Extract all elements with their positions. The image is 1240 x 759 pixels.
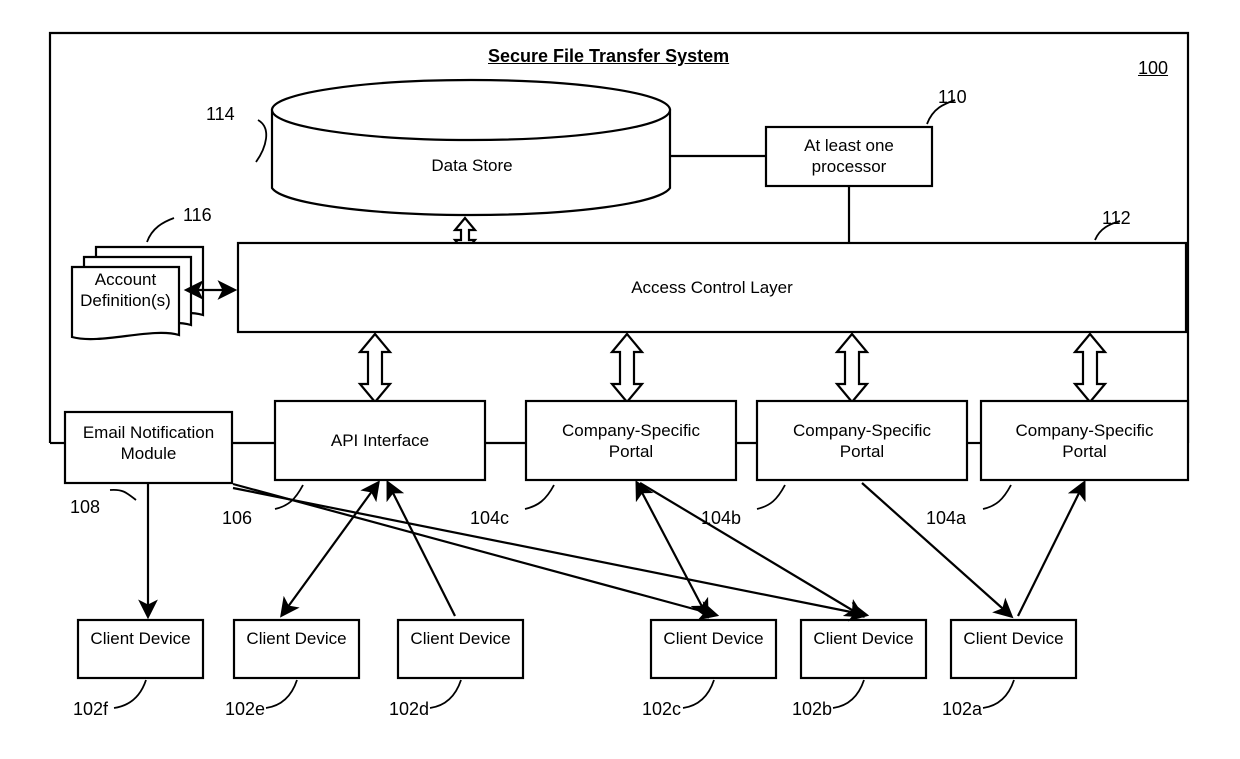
leader-102e (265, 679, 298, 709)
processor-box (764, 125, 934, 188)
client-c-box (649, 618, 778, 680)
api-interface-box (273, 399, 487, 482)
ref-104b: 104b (701, 508, 742, 528)
ref-106: 106 (222, 508, 253, 528)
ref-110: 110 (938, 87, 967, 107)
leader-102a (982, 679, 1015, 709)
account-definitions-shape (70, 245, 205, 341)
ref-102a: 102a (942, 699, 983, 719)
leader-102b (832, 679, 865, 709)
client-d-box (396, 618, 525, 680)
portal-b-box (755, 399, 969, 482)
connector-client-d-api (386, 480, 456, 617)
ref-108: 108 (70, 497, 101, 517)
arrow-acl-portal-a (1072, 332, 1108, 404)
access-control-layer-box (236, 241, 1188, 334)
client-e-box (232, 618, 361, 680)
data-store-shape (270, 78, 672, 217)
leader-114 (255, 119, 268, 163)
connector-portal-c-client-b (639, 482, 865, 618)
portal-a-box (979, 399, 1190, 482)
leader-104b (756, 484, 786, 510)
figure-number: 100 (1138, 58, 1169, 78)
page-title: Secure File Transfer System (488, 46, 730, 66)
leader-116 (146, 217, 175, 243)
acl-module-arrows (357, 332, 1108, 404)
patent-figure-canvas: Secure File Transfer System 100 Data Sto… (0, 0, 1240, 759)
client-f-box (76, 618, 205, 680)
ref-102f: 102f (73, 699, 109, 719)
ref-104a: 104a (926, 508, 967, 528)
client-a-box (949, 618, 1078, 680)
ref-102e: 102e (225, 699, 266, 719)
arrow-acl-api (357, 332, 393, 404)
leader-104a (982, 484, 1012, 510)
leader-102c (682, 679, 715, 709)
ref-114: 114 (206, 104, 235, 124)
client-b-box (799, 618, 928, 680)
ref-112: 112 (1102, 208, 1131, 228)
arrow-acl-portal-c (609, 332, 645, 404)
leader-104c (524, 484, 555, 510)
arrow-acl-portal-b (834, 332, 870, 404)
ref-102b: 102b (792, 699, 833, 719)
leader-102d (429, 679, 462, 709)
ref-102c: 102c (642, 699, 682, 719)
connector-client-a-portal-a (1017, 480, 1086, 617)
ref-104c: 104c (470, 508, 510, 528)
diagram-vector-layer (48, 31, 1190, 709)
connector-portal-b-client-a (861, 482, 1014, 619)
email-module-box (63, 410, 234, 485)
ref-116: 116 (183, 205, 212, 225)
leader-108 (109, 488, 137, 501)
leader-102f (113, 679, 147, 709)
portal-c-box (524, 399, 738, 482)
ref-102d: 102d (389, 699, 430, 719)
module-leaders (109, 484, 1012, 510)
connector-api-client-e (280, 480, 380, 618)
